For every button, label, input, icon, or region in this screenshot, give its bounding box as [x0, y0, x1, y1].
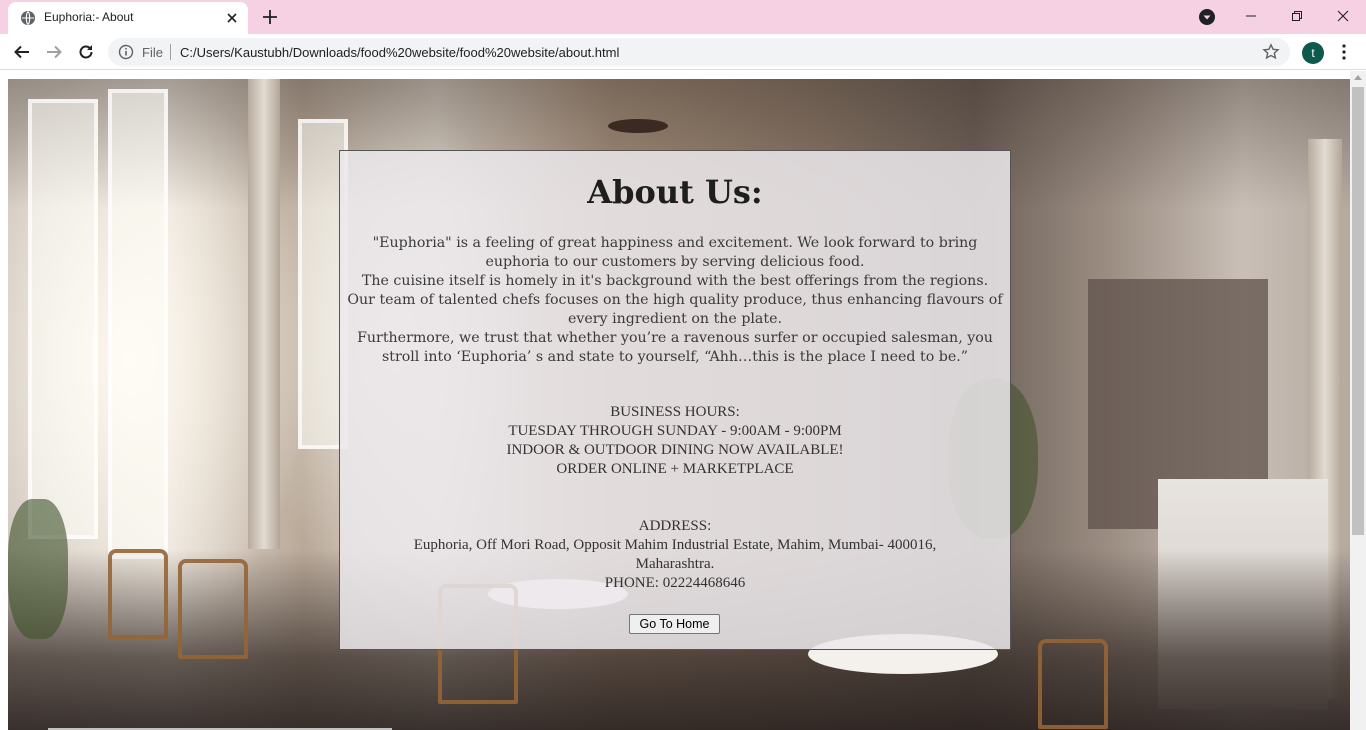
address-block: ADDRESS: Euphoria, Off Mori Road, Opposi… [340, 517, 1010, 593]
hours-heading: BUSINESS HOURS: [610, 404, 740, 420]
restore-button[interactable] [1274, 0, 1320, 32]
close-icon[interactable] [224, 10, 240, 26]
about-line: The cuisine itself is homely in it's bac… [361, 273, 989, 289]
hours-line: INDOOR & OUTDOOR DINING NOW AVAILABLE! [506, 442, 844, 458]
go-to-home-button[interactable]: Go To Home [629, 614, 720, 634]
chair-decoration [108, 549, 168, 639]
tab-strip: Euphoria:- About [0, 0, 1366, 34]
close-window-button[interactable] [1320, 0, 1366, 32]
arrow-left-icon [14, 45, 29, 59]
window-decoration [108, 89, 168, 559]
about-line: Our team of talented chefs focuses on th… [347, 292, 1003, 308]
about-line: stroll into ‘Euphoria’ s and state to yo… [381, 349, 969, 365]
pillar-decoration [248, 79, 280, 549]
page-title: About Us: [587, 173, 763, 211]
tab-about[interactable]: Euphoria:- About [8, 2, 248, 34]
scheme-label: File [142, 45, 163, 60]
kebab-menu-icon[interactable] [1336, 42, 1352, 62]
plus-icon[interactable] [260, 7, 280, 27]
page-viewport: About Us: "Euphoria" is a feeling of gre… [0, 71, 1366, 730]
business-hours: BUSINESS HOURS: TUESDAY THROUGH SUNDAY -… [340, 403, 1010, 479]
phone-line: PHONE: 02224468646 [604, 575, 746, 591]
globe-icon [21, 11, 35, 25]
vertical-scrollbar[interactable] [1350, 71, 1366, 730]
about-description: "Euphoria" is a feeling of great happine… [340, 234, 1010, 367]
address-heading: ADDRESS: [638, 518, 712, 534]
about-card: About Us: "Euphoria" is a feeling of gre… [339, 150, 1011, 650]
scrollbar-thumb[interactable] [1352, 87, 1364, 535]
plant-decoration [8, 499, 68, 639]
minimize-icon [1246, 15, 1256, 17]
reload-button[interactable] [74, 40, 98, 64]
about-line: euphoria to our customers by serving del… [485, 254, 865, 270]
address-bar[interactable]: File C:/Users/Kaustubh/Downloads/food%20… [108, 38, 1290, 66]
window-decoration [28, 99, 98, 539]
separator [170, 44, 171, 60]
forward-button[interactable] [42, 40, 66, 64]
url-text[interactable]: C:/Users/Kaustubh/Downloads/food%20websi… [180, 45, 619, 60]
about-line: every ingredient on the plate. [567, 311, 783, 327]
address-line: Maharashtra. [635, 556, 715, 572]
scroll-up-arrow-icon[interactable] [1354, 75, 1362, 80]
ceiling-lamp-decoration [608, 119, 668, 133]
chevron-down-icon[interactable] [1198, 8, 1216, 26]
avatar[interactable]: t [1302, 42, 1324, 64]
minimize-button[interactable] [1228, 0, 1274, 32]
info-icon[interactable] [118, 44, 134, 60]
restore-icon [1292, 11, 1302, 21]
chair-decoration [1038, 639, 1108, 729]
about-line: "Euphoria" is a feeling of great happine… [372, 235, 978, 251]
tab-title: Euphoria:- About [44, 10, 134, 24]
chair-decoration [178, 559, 248, 659]
browser-toolbar: File C:/Users/Kaustubh/Downloads/food%20… [0, 34, 1366, 70]
about-line: Furthermore, we trust that whether you’r… [357, 330, 993, 346]
hours-line: TUESDAY THROUGH SUNDAY - 9:00AM - 9:00PM [508, 423, 842, 439]
address-line: Euphoria, Off Mori Road, Opposit Mahim I… [413, 537, 937, 553]
reload-icon [79, 45, 93, 59]
close-icon [1337, 10, 1349, 22]
hours-line: ORDER ONLINE + MARKETPLACE [556, 461, 794, 477]
back-button[interactable] [10, 40, 34, 64]
arrow-right-icon [47, 45, 62, 59]
star-icon[interactable] [1262, 43, 1280, 61]
